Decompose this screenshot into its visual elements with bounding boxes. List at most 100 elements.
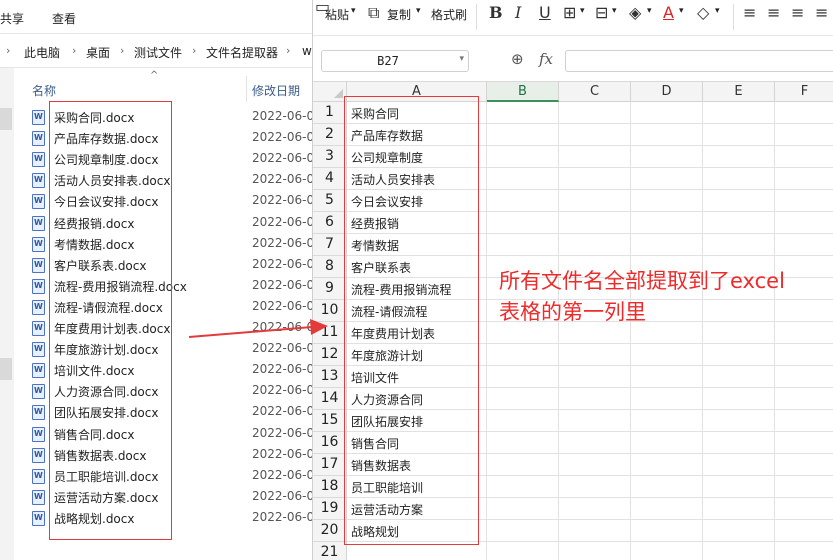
cell-d4[interactable] bbox=[631, 168, 703, 190]
align-right-icon[interactable]: ≡ bbox=[791, 3, 804, 22]
cell-f5[interactable] bbox=[775, 190, 833, 212]
name-box-dropdown-icon[interactable]: ▾ bbox=[459, 54, 464, 64]
cell-b19[interactable] bbox=[487, 498, 559, 520]
row-header[interactable]: 18 bbox=[313, 476, 347, 498]
cell-d18[interactable] bbox=[631, 476, 703, 498]
formula-input[interactable] bbox=[565, 50, 833, 72]
cell-e15[interactable] bbox=[703, 410, 775, 432]
cell-f7[interactable] bbox=[775, 234, 833, 256]
breadcrumb-item-test-files[interactable]: 测试文件 bbox=[134, 44, 182, 61]
cell-f12[interactable] bbox=[775, 344, 833, 366]
row-header[interactable]: 15 bbox=[313, 410, 347, 432]
cell-b2[interactable] bbox=[487, 124, 559, 146]
cell-b6[interactable] bbox=[487, 212, 559, 234]
row-header[interactable]: 8 bbox=[313, 256, 347, 278]
cell-f19[interactable] bbox=[775, 498, 833, 520]
font-color-dropdown-icon[interactable]: ▾ bbox=[679, 6, 684, 16]
name-box[interactable]: B27 ▾ bbox=[321, 50, 469, 72]
cell-f6[interactable] bbox=[775, 212, 833, 234]
cell-e1[interactable] bbox=[703, 102, 775, 124]
cell-d5[interactable] bbox=[631, 190, 703, 212]
column-header-d[interactable]: D bbox=[631, 82, 703, 102]
clear-format-eraser-icon[interactable]: ◇ bbox=[697, 3, 709, 22]
align-center-icon[interactable]: ≡ bbox=[767, 3, 780, 22]
paste-dropdown-icon[interactable]: ▾ bbox=[351, 6, 356, 16]
cell-c18[interactable] bbox=[559, 476, 631, 498]
cell-c6[interactable] bbox=[559, 212, 631, 234]
column-header-name[interactable]: 名称 bbox=[32, 82, 56, 99]
nav-pane-item[interactable] bbox=[0, 108, 12, 130]
cell-d2[interactable] bbox=[631, 124, 703, 146]
cell-e12[interactable] bbox=[703, 344, 775, 366]
cell-d7[interactable] bbox=[631, 234, 703, 256]
copy-dropdown-icon[interactable]: ▾ bbox=[416, 6, 421, 16]
row-header[interactable]: 21 bbox=[313, 542, 347, 560]
italic-button[interactable]: I bbox=[515, 3, 521, 22]
cell-b16[interactable] bbox=[487, 432, 559, 454]
cell-b15[interactable] bbox=[487, 410, 559, 432]
cell-b12[interactable] bbox=[487, 344, 559, 366]
bold-button[interactable]: B bbox=[489, 3, 503, 22]
row-header[interactable]: 16 bbox=[313, 432, 347, 454]
cell-e20[interactable] bbox=[703, 520, 775, 542]
cell-d1[interactable] bbox=[631, 102, 703, 124]
cell-d12[interactable] bbox=[631, 344, 703, 366]
cell-b3[interactable] bbox=[487, 146, 559, 168]
cell-c13[interactable] bbox=[559, 366, 631, 388]
select-all-corner[interactable] bbox=[313, 82, 347, 102]
cell-c3[interactable] bbox=[559, 146, 631, 168]
font-color-button[interactable]: A bbox=[663, 3, 674, 22]
merge-dropdown-icon[interactable]: ▾ bbox=[612, 6, 617, 16]
cell-e14[interactable] bbox=[703, 388, 775, 410]
cell-e3[interactable] bbox=[703, 146, 775, 168]
row-header[interactable]: 11 bbox=[313, 322, 347, 344]
paste-button[interactable]: 粘贴 bbox=[325, 6, 349, 23]
cell-c4[interactable] bbox=[559, 168, 631, 190]
row-header[interactable]: 3 bbox=[313, 146, 347, 168]
cell-b1[interactable] bbox=[487, 102, 559, 124]
clear-dropdown-icon[interactable]: ▾ bbox=[715, 6, 720, 16]
cell-d21[interactable] bbox=[631, 542, 703, 560]
cell-c14[interactable] bbox=[559, 388, 631, 410]
cell-b20[interactable] bbox=[487, 520, 559, 542]
cell-b5[interactable] bbox=[487, 190, 559, 212]
cell-e19[interactable] bbox=[703, 498, 775, 520]
cell-d15[interactable] bbox=[631, 410, 703, 432]
borders-dropdown-icon[interactable]: ▾ bbox=[580, 6, 585, 16]
column-header-c[interactable]: C bbox=[559, 82, 631, 102]
column-header-b[interactable]: B bbox=[487, 82, 559, 102]
align-left-icon[interactable]: ≡ bbox=[743, 3, 756, 22]
borders-icon[interactable]: ⊞ bbox=[563, 3, 576, 22]
row-header[interactable]: 5 bbox=[313, 190, 347, 212]
cell-d6[interactable] bbox=[631, 212, 703, 234]
breadcrumb-item-truncated[interactable]: w bbox=[302, 44, 312, 58]
row-header[interactable]: 17 bbox=[313, 454, 347, 476]
cell-b14[interactable] bbox=[487, 388, 559, 410]
format-painter-button[interactable]: 格式刷 bbox=[431, 6, 467, 23]
cell-c2[interactable] bbox=[559, 124, 631, 146]
insert-function-fx-icon[interactable]: fx bbox=[539, 50, 553, 68]
cell-e18[interactable] bbox=[703, 476, 775, 498]
cell-b18[interactable] bbox=[487, 476, 559, 498]
row-header[interactable]: 2 bbox=[313, 124, 347, 146]
cell-c7[interactable] bbox=[559, 234, 631, 256]
fill-color-dropdown-icon[interactable]: ▾ bbox=[647, 6, 652, 16]
column-divider[interactable] bbox=[246, 76, 247, 102]
cell-d14[interactable] bbox=[631, 388, 703, 410]
row-header[interactable]: 14 bbox=[313, 388, 347, 410]
cell-f1[interactable] bbox=[775, 102, 833, 124]
cell-c17[interactable] bbox=[559, 454, 631, 476]
cell-d17[interactable] bbox=[631, 454, 703, 476]
cell-d16[interactable] bbox=[631, 432, 703, 454]
row-header[interactable]: 20 bbox=[313, 520, 347, 542]
nav-pane-item[interactable] bbox=[0, 358, 12, 380]
ribbon-tab-share[interactable]: 共享 bbox=[0, 10, 24, 27]
row-header[interactable]: 13 bbox=[313, 366, 347, 388]
cell-b17[interactable] bbox=[487, 454, 559, 476]
cell-d19[interactable] bbox=[631, 498, 703, 520]
row-header[interactable]: 9 bbox=[313, 278, 347, 300]
cell-d3[interactable] bbox=[631, 146, 703, 168]
cell-b13[interactable] bbox=[487, 366, 559, 388]
cell-c16[interactable] bbox=[559, 432, 631, 454]
cell-f4[interactable] bbox=[775, 168, 833, 190]
